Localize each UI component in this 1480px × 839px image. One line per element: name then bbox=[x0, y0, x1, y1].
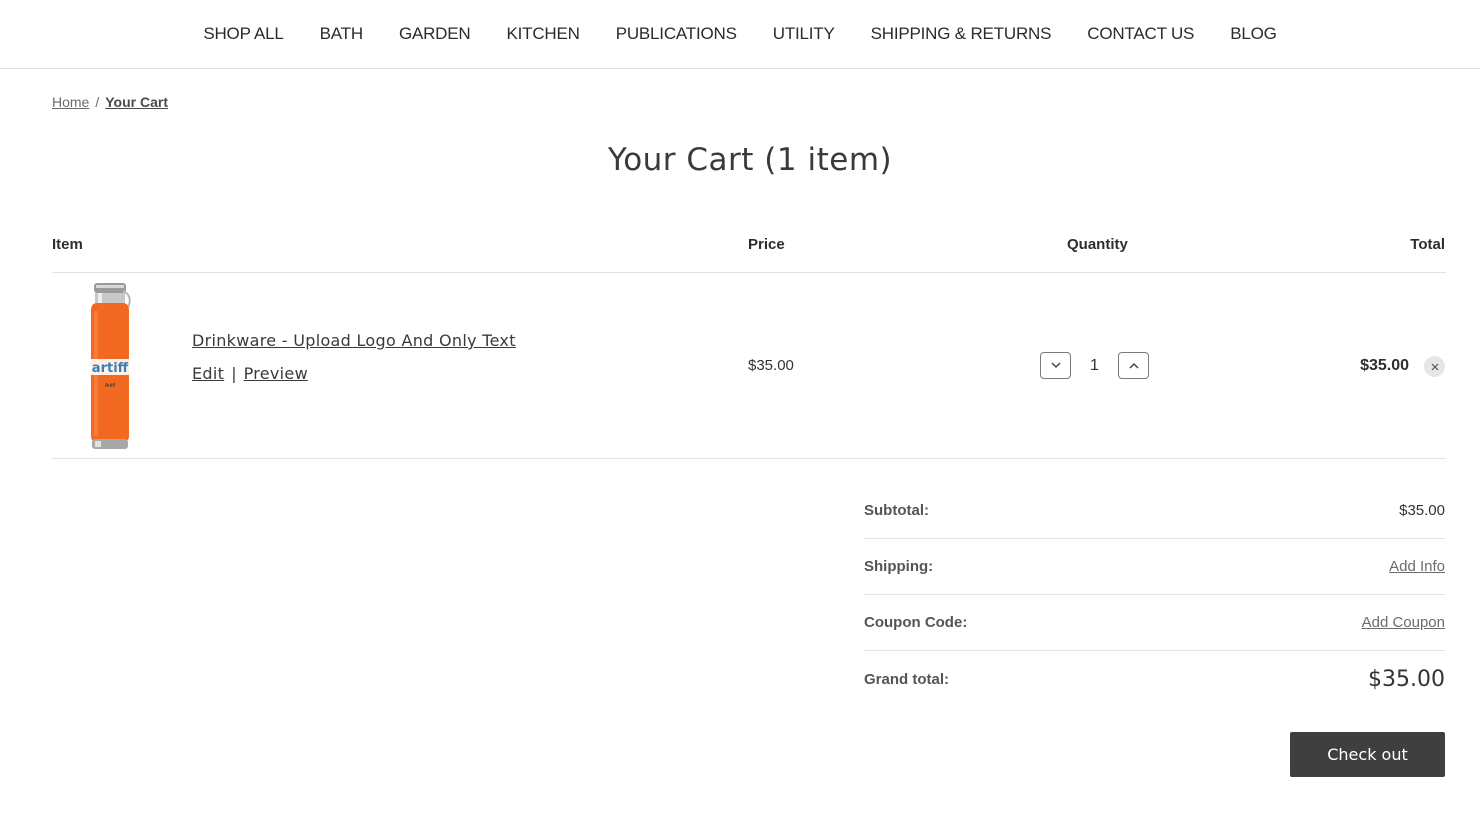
nav-shipping-returns[interactable]: SHIPPING & RETURNS bbox=[871, 24, 1052, 43]
item-total: $35.00 bbox=[1360, 357, 1409, 374]
grand-total-value: $35.00 bbox=[1368, 666, 1445, 692]
product-logo-text: artiff bbox=[92, 361, 129, 376]
grand-total-row: Grand total: $35.00 bbox=[864, 651, 1445, 707]
product-thumbnail[interactable]: artiff Artiff bbox=[85, 281, 135, 451]
page-title: Your Cart (1 item) bbox=[607, 142, 893, 178]
quantity-stepper: 1 bbox=[1040, 352, 1149, 379]
coupon-label: Coupon Code: bbox=[864, 614, 968, 631]
product-subtext: Artiff bbox=[105, 383, 116, 389]
nav-shop-all[interactable]: SHOP ALL bbox=[203, 24, 284, 43]
breadcrumb-current[interactable]: Your Cart bbox=[105, 94, 168, 110]
add-shipping-info-link[interactable]: Add Info bbox=[1389, 558, 1445, 575]
preview-link[interactable]: Preview bbox=[244, 364, 308, 383]
nav-kitchen[interactable]: KITCHEN bbox=[506, 24, 579, 43]
edit-link[interactable]: Edit bbox=[192, 364, 224, 383]
item-price: $35.00 bbox=[748, 357, 794, 374]
main-navigation: SHOP ALL BATH GARDEN KITCHEN PUBLICATION… bbox=[0, 0, 1480, 69]
shipping-label: Shipping: bbox=[864, 558, 934, 575]
shipping-row: Shipping: Add Info bbox=[864, 539, 1445, 595]
breadcrumb: Home / Your Cart bbox=[52, 94, 168, 110]
coupon-row: Coupon Code: Add Coupon bbox=[864, 595, 1445, 651]
quantity-value[interactable]: 1 bbox=[1071, 357, 1118, 375]
header-price: Price bbox=[748, 236, 785, 253]
nav-blog[interactable]: BLOG bbox=[1230, 24, 1277, 43]
subtotal-label: Subtotal: bbox=[864, 502, 929, 519]
chevron-up-icon bbox=[1128, 362, 1139, 369]
nav-publications[interactable]: PUBLICATIONS bbox=[616, 24, 737, 43]
decrease-quantity-button[interactable] bbox=[1040, 352, 1071, 379]
action-separator: | bbox=[231, 364, 237, 383]
nav-garden[interactable]: GARDEN bbox=[399, 24, 471, 43]
nav-contact-us[interactable]: CONTACT US bbox=[1087, 24, 1194, 43]
grand-total-label: Grand total: bbox=[864, 670, 949, 688]
cart-totals: Subtotal: $35.00 Shipping: Add Info Coup… bbox=[864, 483, 1445, 707]
nav-list: SHOP ALL BATH GARDEN KITCHEN PUBLICATION… bbox=[185, 24, 1294, 44]
header-item: Item bbox=[52, 236, 83, 253]
item-info: Drinkware - Upload Logo And Only Text Ed… bbox=[192, 331, 516, 383]
checkout-button[interactable]: Check out bbox=[1290, 732, 1445, 777]
subtotal-value: $35.00 bbox=[1399, 502, 1445, 519]
header-total: Total bbox=[1410, 236, 1445, 253]
nav-utility[interactable]: UTILITY bbox=[773, 24, 835, 43]
product-name-link[interactable]: Drinkware - Upload Logo And Only Text bbox=[192, 331, 516, 350]
increase-quantity-button[interactable] bbox=[1118, 352, 1149, 379]
item-actions: Edit | Preview bbox=[192, 364, 516, 383]
header-quantity: Quantity bbox=[1067, 236, 1128, 253]
breadcrumb-separator: / bbox=[95, 94, 100, 110]
add-coupon-link[interactable]: Add Coupon bbox=[1362, 614, 1445, 631]
cart-item-row: artiff Artiff Drinkware - Upload Logo An… bbox=[52, 273, 1446, 459]
subtotal-row: Subtotal: $35.00 bbox=[864, 483, 1445, 539]
remove-item-button[interactable] bbox=[1424, 356, 1445, 377]
nav-bath[interactable]: BATH bbox=[320, 24, 363, 43]
chevron-down-icon bbox=[1050, 362, 1061, 369]
close-icon bbox=[1431, 363, 1438, 370]
breadcrumb-home[interactable]: Home bbox=[52, 94, 89, 110]
cart-table-header: Item Price Quantity Total bbox=[52, 236, 1446, 273]
